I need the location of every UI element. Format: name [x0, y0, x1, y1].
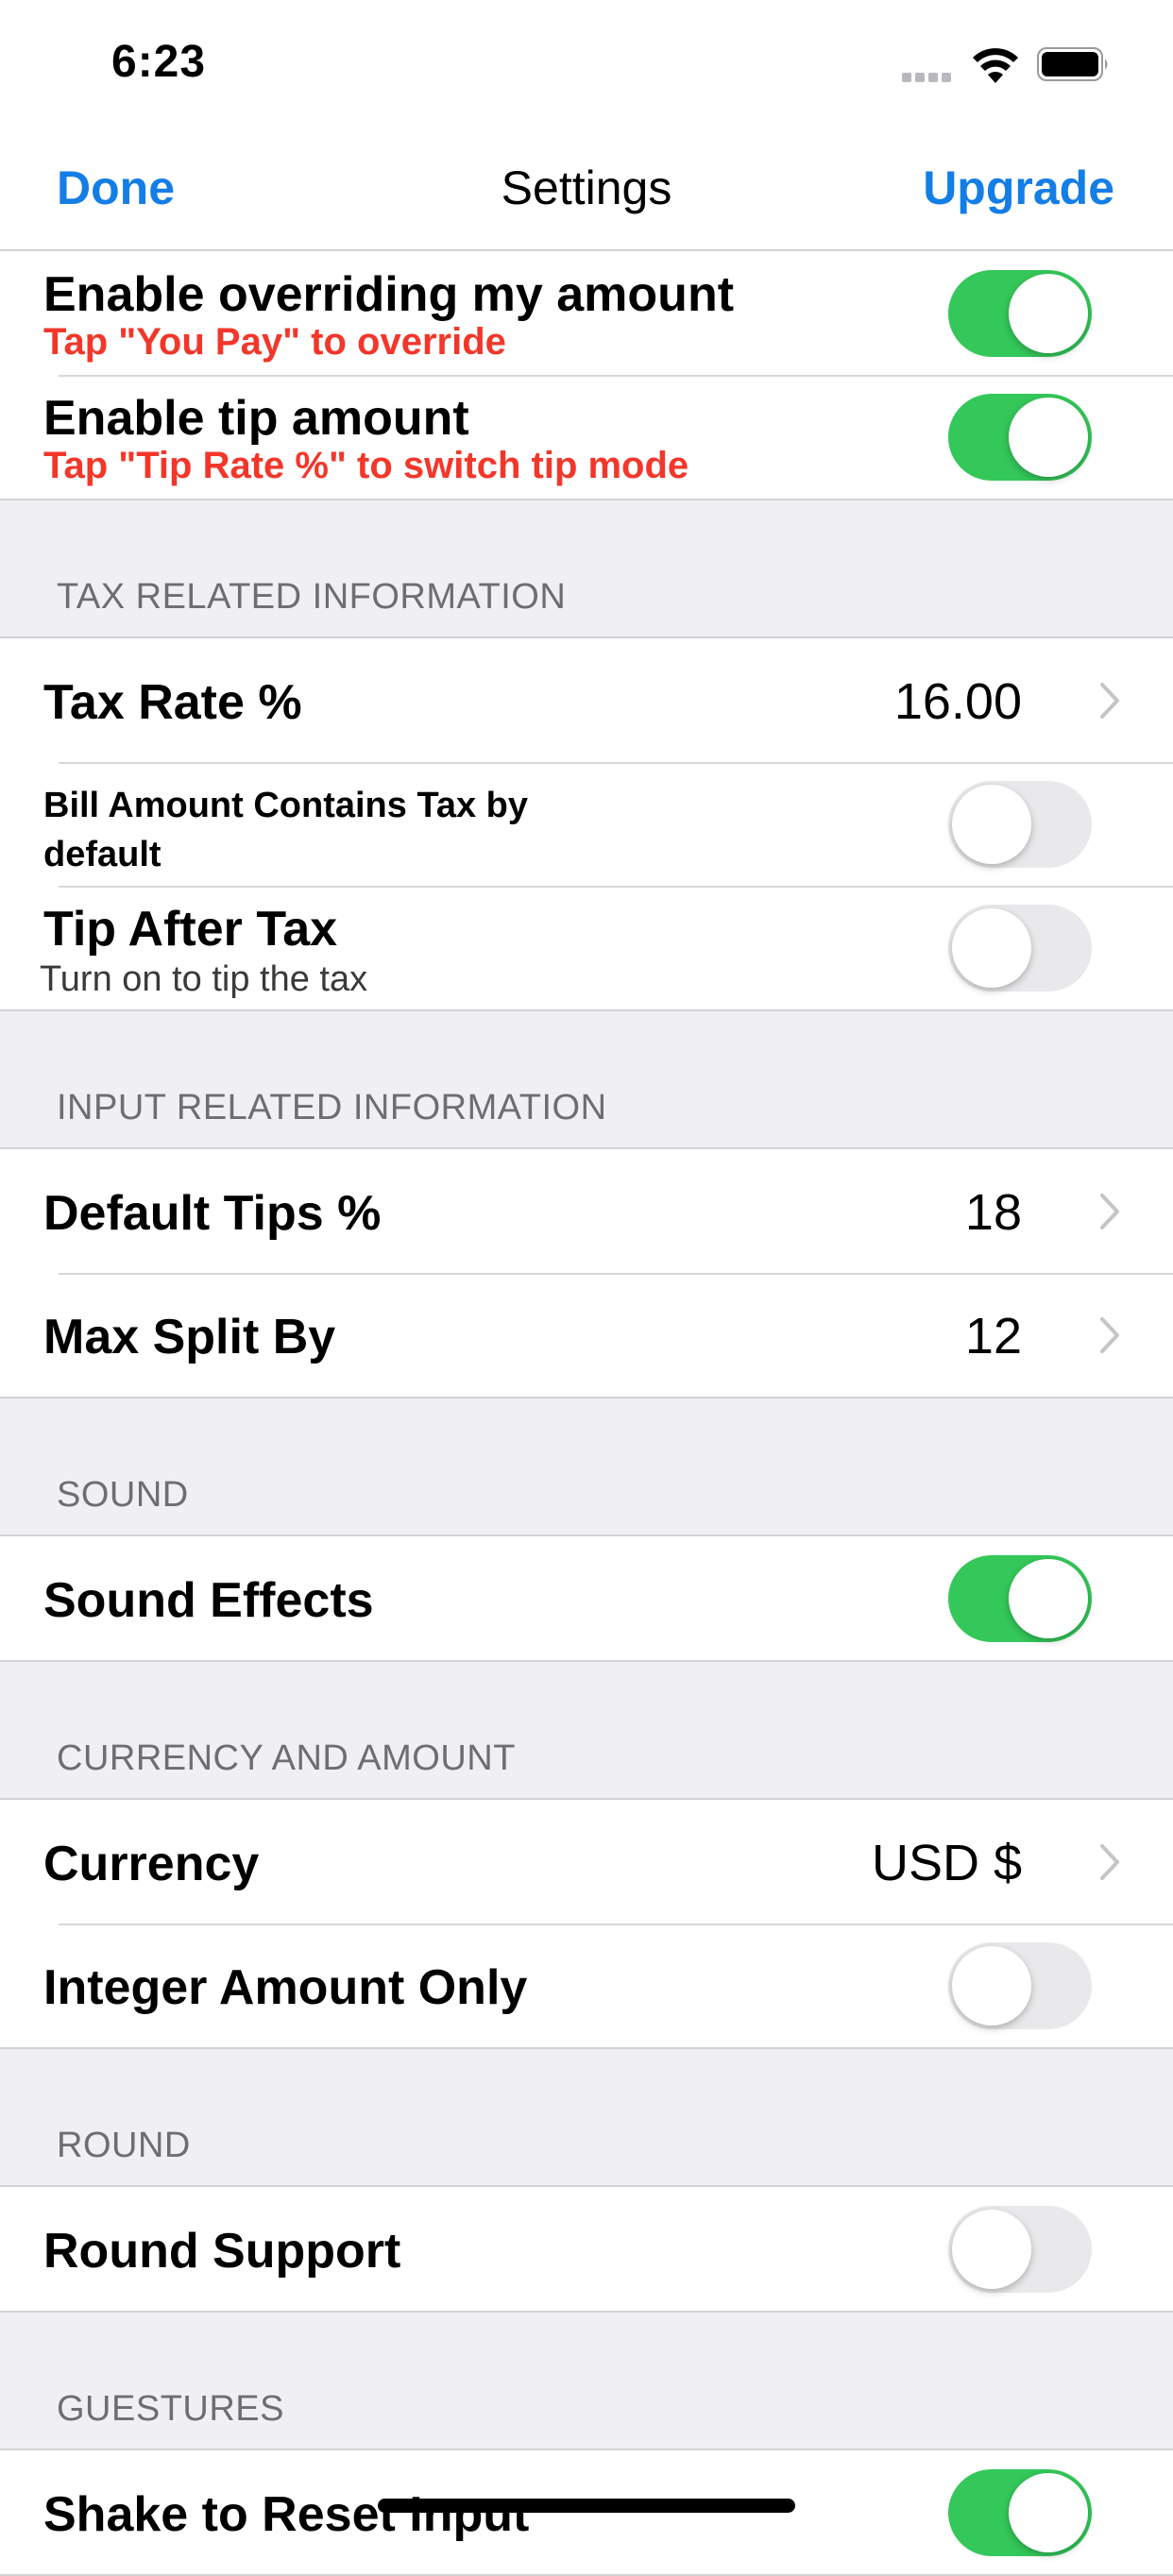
round-support-row: Round Support [0, 2187, 1173, 2311]
round-support-toggle[interactable] [948, 2206, 1092, 2293]
round-support-label: Round Support [43, 2224, 401, 2279]
input-group: Default Tips % 18 Max Split By 12 [0, 1147, 1173, 1398]
override-amount-label: Enable overriding my amount [43, 267, 735, 322]
currency-value: USD $ [871, 1835, 1022, 1891]
wifi-icon [973, 48, 1018, 83]
tip-after-tax-toggle[interactable] [948, 905, 1092, 991]
override-amount-hint: Tap "You Pay" to override [43, 321, 506, 363]
toggle-knob [952, 908, 1031, 988]
round-section-header: ROUND [0, 2049, 1173, 2185]
navigation-bar: Done Settings Upgrade [0, 123, 1173, 251]
currency-label: Currency [43, 1837, 260, 1891]
toggle-knob [952, 2210, 1031, 2289]
toggle-knob [952, 785, 1031, 864]
toggle-knob [952, 1946, 1031, 2025]
tip-amount-toggle[interactable] [948, 394, 1092, 481]
section-header-label: CURRENCY AND AMOUNT [57, 1738, 516, 1778]
tax-section-header: TAX RELATED INFORMATION [0, 500, 1173, 636]
upgrade-button[interactable]: Upgrade [923, 161, 1114, 215]
tax-group: Tax Rate % 16.00 Bill Amount Contains Ta… [0, 636, 1173, 1011]
override-amount-toggle[interactable] [948, 270, 1092, 357]
chevron-right-icon [1100, 1194, 1119, 1229]
default-tips-label: Default Tips % [43, 1186, 382, 1241]
integer-only-label: Integer Amount Only [43, 1960, 528, 2015]
chevron-right-icon [1100, 683, 1119, 719]
section-header-label: TAX RELATED INFORMATION [57, 577, 567, 617]
integer-only-row: Integer Amount Only [0, 1924, 1173, 2047]
section-header-label: INPUT RELATED INFORMATION [57, 1088, 607, 1127]
toggle-knob [1009, 1559, 1088, 1638]
tax-rate-label: Tax Rate % [43, 675, 302, 730]
tip-after-tax-label: Tip After Tax [43, 902, 338, 957]
status-time: 6:23 [111, 37, 207, 87]
toggle-knob [1009, 398, 1088, 477]
cellular-signal-icon [902, 70, 959, 82]
tip-amount-label: Enable tip amount [43, 391, 469, 446]
gestures-section-header: GUESTURES [0, 2313, 1173, 2449]
sound-group: Sound Effects [0, 1534, 1173, 1662]
tax-rate-row[interactable]: Tax Rate % 16.00 [0, 638, 1173, 762]
tip-after-tax-row: Tip After Tax Turn on to tip the tax [0, 886, 1173, 1009]
sound-effects-label: Sound Effects [43, 1573, 374, 1628]
bill-contains-tax-label: Bill Amount Contains Tax by default [43, 786, 529, 874]
section-header-label: ROUND [57, 2126, 191, 2165]
override-amount-row: Enable overriding my amount Tap "You Pay… [0, 251, 1173, 375]
currency-section-header: CURRENCY AND AMOUNT [0, 1662, 1173, 1798]
tip-amount-row: Enable tip amount Tap "Tip Rate %" to sw… [0, 375, 1173, 499]
max-split-label: Max Split By [43, 1310, 336, 1364]
currency-group: Currency USD $ Integer Amount Only [0, 1798, 1173, 2049]
settings-list: Enable overriding my amount Tap "You Pay… [0, 251, 1173, 2576]
home-indicator[interactable] [378, 2499, 795, 2513]
round-group: Round Support [0, 2185, 1173, 2313]
max-split-row[interactable]: Max Split By 12 [0, 1273, 1173, 1397]
chevron-right-icon [1100, 1844, 1119, 1880]
toggle-knob [1009, 2473, 1088, 2552]
max-split-value: 12 [964, 1308, 1022, 1364]
tax-rate-value: 16.00 [893, 673, 1022, 730]
bill-contains-tax-row: Bill Amount Contains Tax by default [0, 762, 1173, 886]
bill-contains-tax-toggle[interactable] [948, 781, 1092, 868]
shake-reset-label: Shake to Reset Input [43, 2487, 530, 2542]
default-tips-value: 18 [964, 1184, 1022, 1241]
tip-amount-hint: Tap "Tip Rate %" to switch tip mode [43, 445, 689, 486]
input-section-header: INPUT RELATED INFORMATION [0, 1011, 1173, 1147]
toggle-knob [1009, 274, 1088, 353]
section-header-label: SOUND [57, 1475, 189, 1515]
sound-effects-row: Sound Effects [0, 1536, 1173, 1660]
default-tips-row[interactable]: Default Tips % 18 [0, 1149, 1173, 1273]
shake-reset-toggle[interactable] [948, 2469, 1092, 2556]
chevron-right-icon [1100, 1317, 1119, 1353]
currency-row[interactable]: Currency USD $ [0, 1800, 1173, 1924]
general-group: Enable overriding my amount Tap "You Pay… [0, 251, 1173, 500]
status-bar: 6:23 [0, 0, 1173, 123]
battery-icon [1037, 47, 1108, 81]
sound-section-header: SOUND [0, 1398, 1173, 1534]
integer-only-toggle[interactable] [948, 1942, 1092, 2029]
sound-effects-toggle[interactable] [948, 1555, 1092, 1642]
section-header-label: GUESTURES [57, 2389, 284, 2429]
tip-after-tax-hint: Turn on to tip the tax [40, 959, 368, 999]
